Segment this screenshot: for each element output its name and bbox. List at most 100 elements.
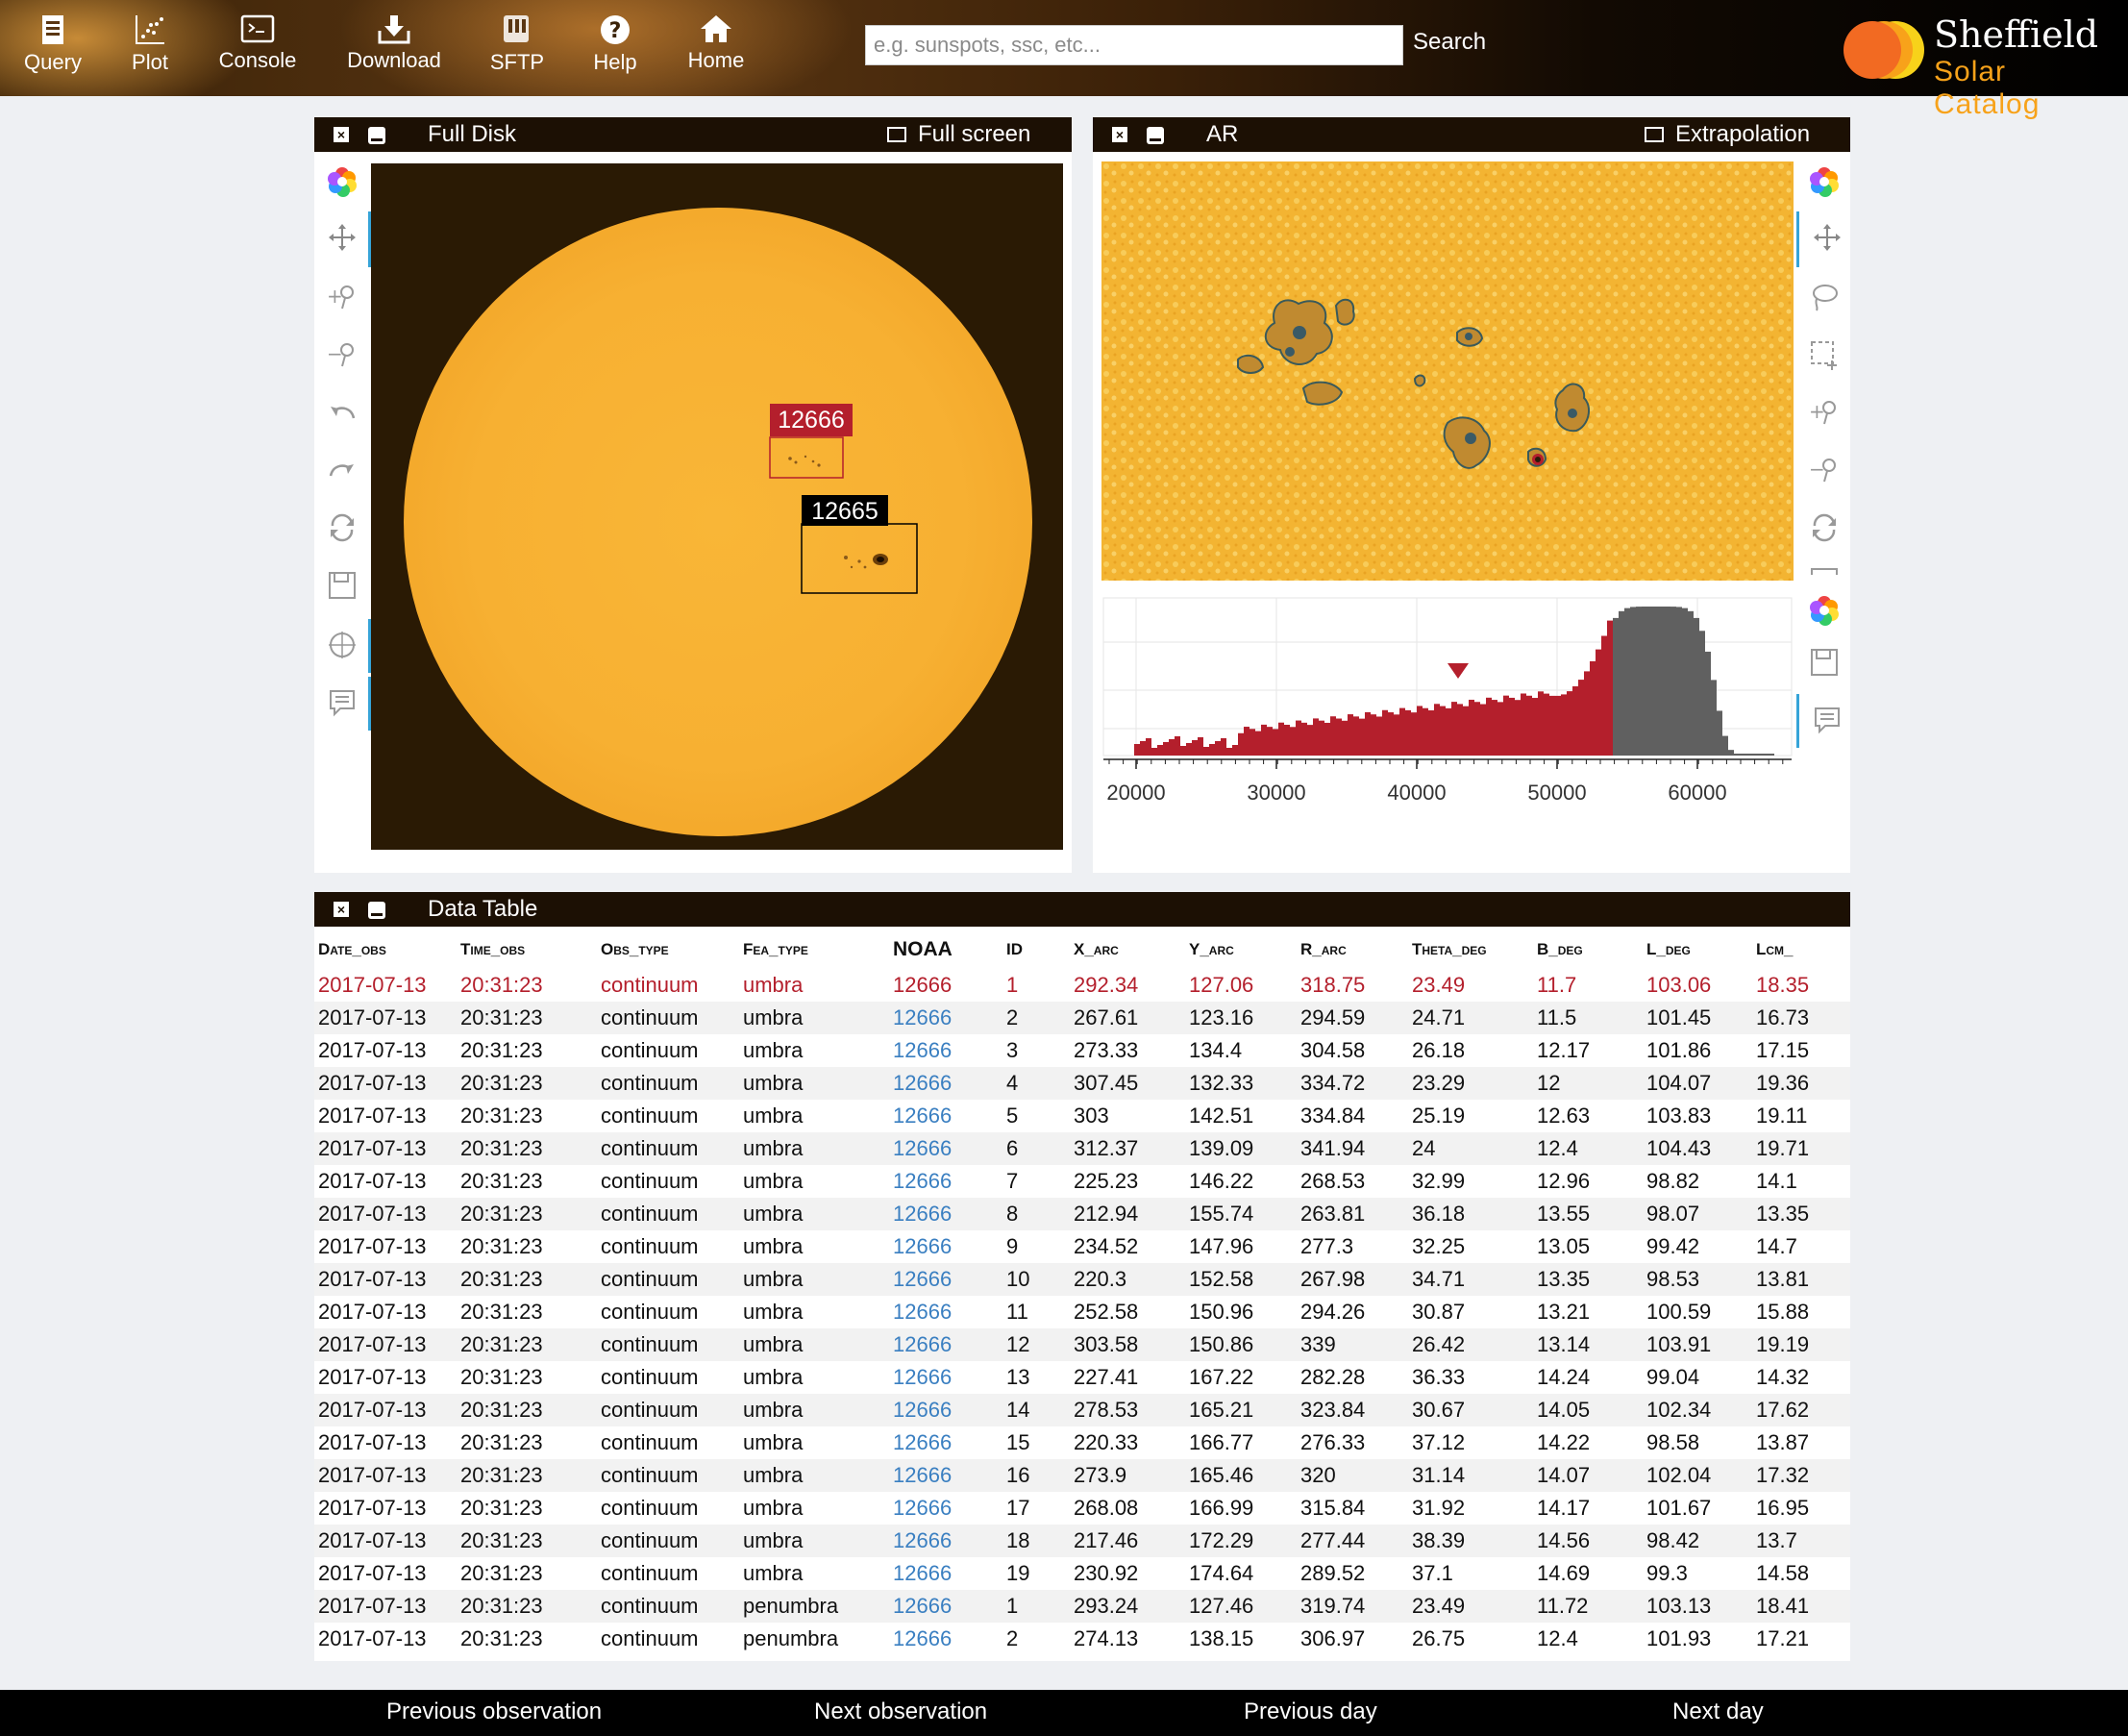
region-box-12666[interactable] <box>769 436 844 479</box>
data-table: Date_obs Time_obs Obs_type Fea_type NOAA ID X_… <box>314 930 1850 1655</box>
table-row[interactable]: 2017-07-13 20:31:23 continuum umbra 12666 17 2… <box>314 1492 1850 1525</box>
full-disk-image[interactable]: 12666 12665 <box>371 163 1063 850</box>
column-header[interactable]: ID <box>1002 930 1070 969</box>
table-row[interactable]: 2017-07-13 20:31:23 continuum umbra 12666 14 2… <box>314 1394 1850 1426</box>
table-row[interactable]: 2017-07-13 20:31:23 continuum umbra 12666 19 2… <box>314 1557 1850 1590</box>
table-cell: umbra <box>739 1394 889 1426</box>
zoom-out-tool[interactable]: − <box>1796 444 1850 494</box>
extrapolation-button[interactable]: Extrapolation <box>1645 121 1810 148</box>
undo-tool[interactable] <box>314 386 368 436</box>
minimize-icon[interactable] <box>368 127 385 144</box>
undo-icon <box>331 407 356 419</box>
column-header[interactable]: L_deg <box>1643 930 1752 969</box>
box-select-tool[interactable] <box>1796 329 1850 379</box>
ar-header: × AR Extrapolation <box>1093 117 1850 152</box>
table-row[interactable]: 2017-07-13 20:31:23 continuum umbra 12666 9 23… <box>314 1230 1850 1263</box>
nav-plot[interactable]: Plot <box>121 13 179 75</box>
table-cell: continuum <box>601 1104 699 1128</box>
table-row[interactable]: 2017-07-13 20:31:23 continuum umbra 12666 6 31… <box>314 1132 1850 1165</box>
crosshair-tool[interactable] <box>314 619 371 673</box>
table-row[interactable]: 2017-07-13 20:31:23 continuum umbra 12666 2 26… <box>314 1002 1850 1034</box>
reset-tool[interactable] <box>1796 502 1850 552</box>
table-row[interactable]: 2017-07-13 20:31:23 continuum umbra 12666 5 30… <box>314 1100 1850 1132</box>
ar-image[interactable] <box>1101 161 1794 581</box>
save-tool[interactable] <box>1796 556 1850 575</box>
bokeh-logo-tool[interactable] <box>314 156 368 206</box>
column-header[interactable]: Theta_deg <box>1408 930 1533 969</box>
table-row[interactable]: 2017-07-13 20:31:23 continuum umbra 12666 8 21… <box>314 1198 1850 1230</box>
previous-day-button[interactable]: Previous day <box>1244 1699 1377 1725</box>
table-row[interactable]: 2017-07-13 20:31:23 continuum umbra 12666 16 2… <box>314 1459 1850 1492</box>
close-icon[interactable]: × <box>334 902 349 917</box>
minimize-icon[interactable] <box>368 902 385 919</box>
nav-console[interactable]: Console <box>213 13 302 73</box>
table-row[interactable]: 2017-07-13 20:31:23 continuum penumbra 12666… <box>314 1623 1850 1655</box>
nav-home[interactable]: Home <box>686 13 746 73</box>
table-row[interactable]: 2017-07-13 20:31:23 continuum umbra 12666 13 2… <box>314 1361 1850 1394</box>
table-row[interactable]: 2017-07-13 20:31:23 continuum umbra 12666 3 27… <box>314 1034 1850 1067</box>
reset-tool[interactable] <box>314 502 368 552</box>
table-row[interactable]: 2017-07-13 20:31:23 continuum umbra 12666 7 22… <box>314 1165 1850 1198</box>
save-tool[interactable] <box>314 559 368 609</box>
histogram-bokeh-logo-tool[interactable] <box>1796 584 1850 634</box>
table-cell: 294.26 <box>1300 1300 1366 1324</box>
table-cell: 2017-07-13 <box>314 1067 457 1100</box>
histogram-save-tool[interactable] <box>1796 636 1850 686</box>
column-header[interactable]: Fea_type <box>739 930 889 969</box>
column-header[interactable]: NOAA <box>889 930 1002 969</box>
table-row[interactable]: 2017-07-13 20:31:23 continuum umbra 12666 15 2… <box>314 1426 1850 1459</box>
histogram-bar <box>1619 610 1624 756</box>
table-cell: 252.58 <box>1074 1300 1139 1324</box>
table-row[interactable]: 2017-07-13 20:31:23 continuum umbra 12666 18 2… <box>314 1525 1850 1557</box>
column-header[interactable]: Lcm_ <box>1752 930 1850 969</box>
histogram-bar <box>1647 607 1653 756</box>
column-header[interactable]: B_deg <box>1533 930 1643 969</box>
zoom-out-tool[interactable]: − <box>314 329 368 379</box>
intensity-histogram[interactable]: 20000 30000 40000 50000 60000 <box>1101 594 1795 815</box>
table-row[interactable]: 2017-07-13 20:31:23 continuum umbra 12666 4 30… <box>314 1067 1850 1100</box>
column-header[interactable]: Obs_type <box>597 930 739 969</box>
table-row[interactable]: 2017-07-13 20:31:23 continuum umbra 12666 1 29… <box>314 969 1850 1002</box>
column-header[interactable]: X_arc <box>1070 930 1185 969</box>
search-button[interactable]: Search <box>1413 29 1486 56</box>
next-day-button[interactable]: Next day <box>1672 1699 1764 1725</box>
nav-download[interactable]: Download <box>342 13 446 73</box>
minimize-icon[interactable] <box>1147 127 1164 144</box>
close-icon[interactable]: × <box>1112 127 1127 142</box>
pan-tool[interactable] <box>314 211 371 267</box>
column-header[interactable]: R_arc <box>1297 930 1408 969</box>
zoom-in-tool[interactable]: + <box>1796 386 1850 436</box>
table-row[interactable]: 2017-07-13 20:31:23 continuum umbra 12666 11 2… <box>314 1296 1850 1328</box>
redo-tool[interactable] <box>314 444 368 494</box>
table-cell: 155.74 <box>1185 1198 1297 1230</box>
nav-help[interactable]: ? Help <box>586 13 644 75</box>
histogram-bar <box>1284 725 1290 756</box>
histogram-bar <box>1371 714 1376 756</box>
nav-query[interactable]: Query <box>19 13 87 75</box>
region-box-12665[interactable] <box>801 523 918 594</box>
nav-sftp[interactable]: SFTP <box>488 13 546 75</box>
next-observation-button[interactable]: Next observation <box>814 1699 987 1725</box>
table-row[interactable]: 2017-07-13 20:31:23 continuum penumbra 12666… <box>314 1590 1850 1623</box>
zoom-in-tool[interactable]: + <box>314 271 368 321</box>
histogram-bar <box>1151 748 1157 756</box>
histogram-bar <box>1365 711 1371 756</box>
full-screen-button[interactable]: Full screen <box>887 121 1030 148</box>
column-header[interactable]: Time_obs <box>457 930 597 969</box>
table-row[interactable]: 2017-07-13 20:31:23 continuum umbra 12666 12 3… <box>314 1328 1850 1361</box>
histogram-hover-tool[interactable] <box>1796 694 1853 748</box>
table-cell: continuum <box>597 1002 739 1034</box>
lasso-select-tool[interactable] <box>1796 271 1850 321</box>
pan-tool[interactable] <box>1796 211 1853 267</box>
previous-observation-button[interactable]: Previous observation <box>386 1699 602 1725</box>
close-icon[interactable]: × <box>334 127 349 142</box>
hover-tool[interactable] <box>314 677 371 731</box>
bokeh-logo-tool[interactable] <box>1796 156 1850 206</box>
column-header[interactable]: Date_obs <box>314 930 457 969</box>
search-input[interactable] <box>865 25 1403 65</box>
table-cell: 12666 <box>893 1169 953 1193</box>
table-cell: umbra <box>743 1169 804 1193</box>
table-row[interactable]: 2017-07-13 20:31:23 continuum umbra 12666 10 2… <box>314 1263 1850 1296</box>
histogram-bar <box>1584 671 1590 756</box>
column-header[interactable]: Y_arc <box>1185 930 1297 969</box>
